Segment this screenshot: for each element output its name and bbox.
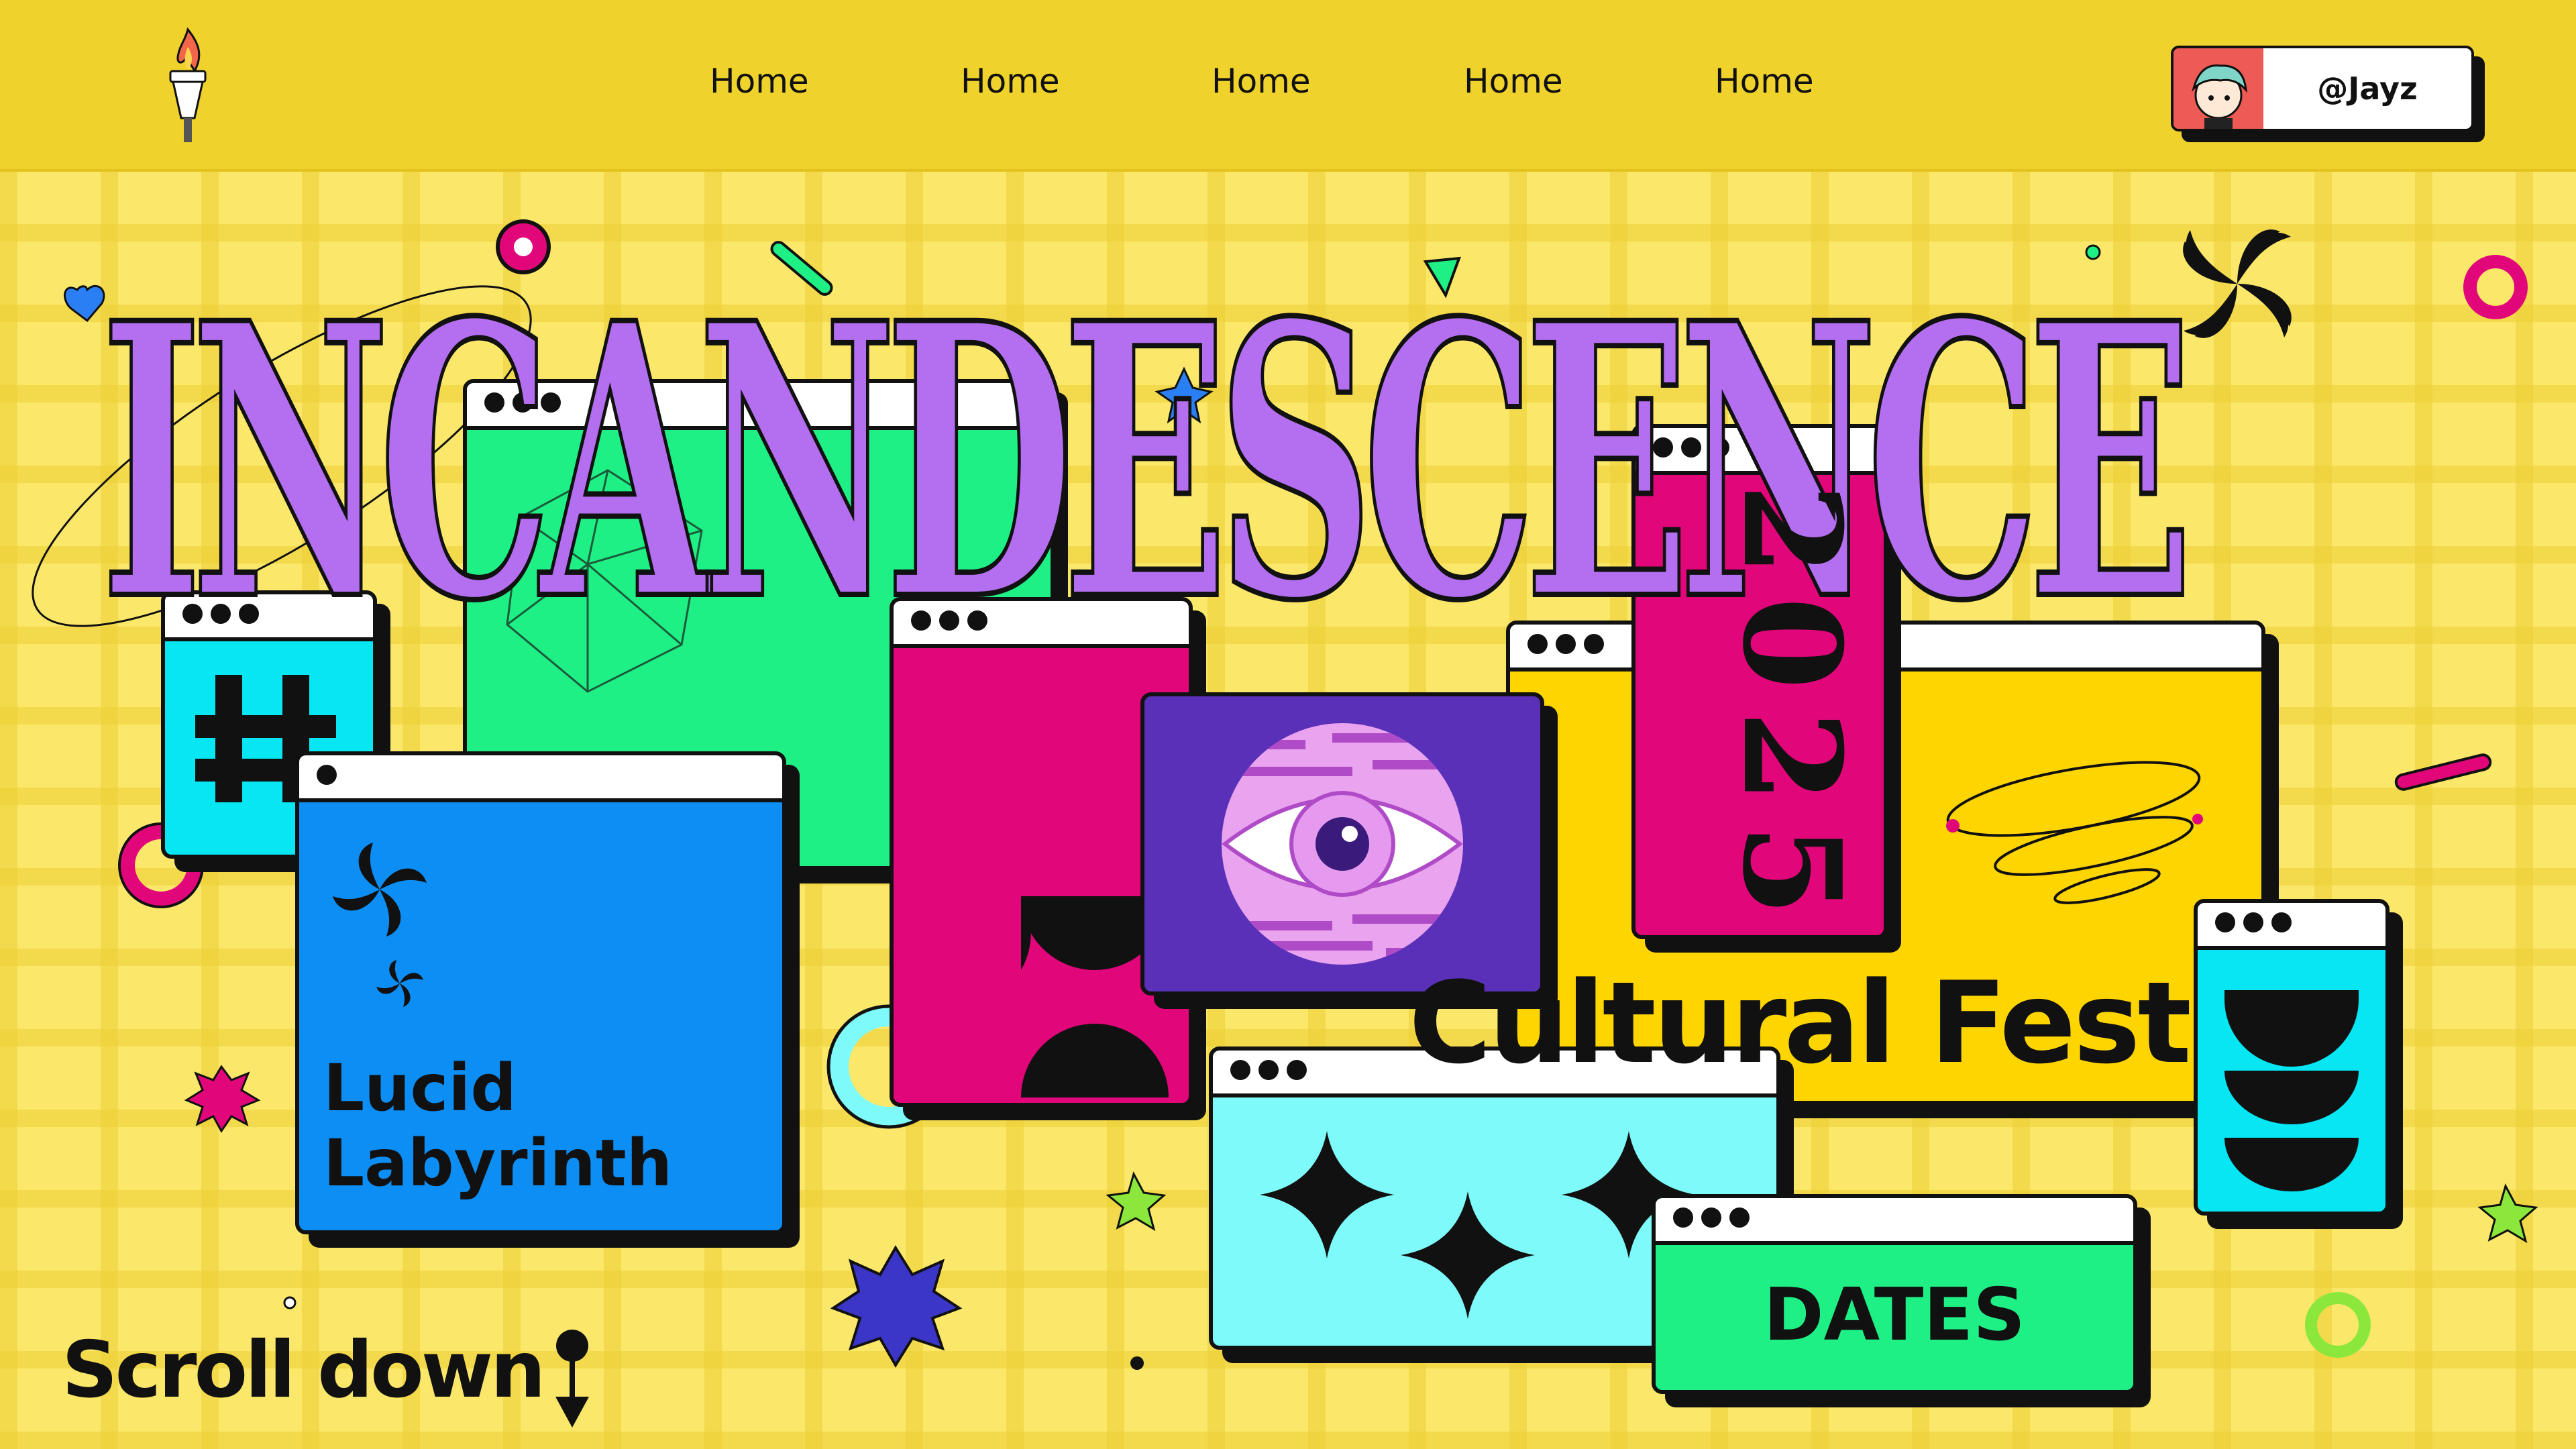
pink-burst [184, 1065, 261, 1133]
dates-button[interactable]: DATES [1656, 1272, 2133, 1359]
orbit-scribble [1946, 761, 2203, 904]
eye-window[interactable] [1140, 692, 1544, 996]
swirl-icon [333, 843, 427, 1007]
heart-icon [64, 285, 105, 323]
scroll-down-label[interactable]: Scroll down [62, 1327, 546, 1414]
dates-window[interactable]: DATES [1652, 1194, 2137, 1394]
blue-star [1155, 366, 1214, 424]
lime-star [1106, 1171, 1167, 1232]
pink-ring [2463, 255, 2528, 319]
pink-pill [2394, 753, 2492, 791]
green-pill [770, 241, 833, 296]
cyan-tall-window[interactable] [2194, 899, 2390, 1216]
wireframe-gem [506, 469, 703, 693]
lime-star-right [2477, 1183, 2538, 1244]
stacked-halves-icon [2224, 990, 2359, 1191]
scroll-down-arrow-icon[interactable] [551, 1327, 593, 1434]
lucid-labyrinth-window[interactable]: Lucid Labyrinth [295, 751, 786, 1234]
blue-burst [830, 1245, 963, 1368]
green-triangle [1423, 256, 1461, 299]
year-window[interactable] [1631, 424, 1888, 939]
lime-ring [2305, 1292, 2371, 1358]
window-label-lucid: Lucid [323, 1051, 517, 1126]
window-label-labyrinth: Labyrinth [323, 1126, 673, 1201]
eye-icon [1222, 723, 1463, 965]
